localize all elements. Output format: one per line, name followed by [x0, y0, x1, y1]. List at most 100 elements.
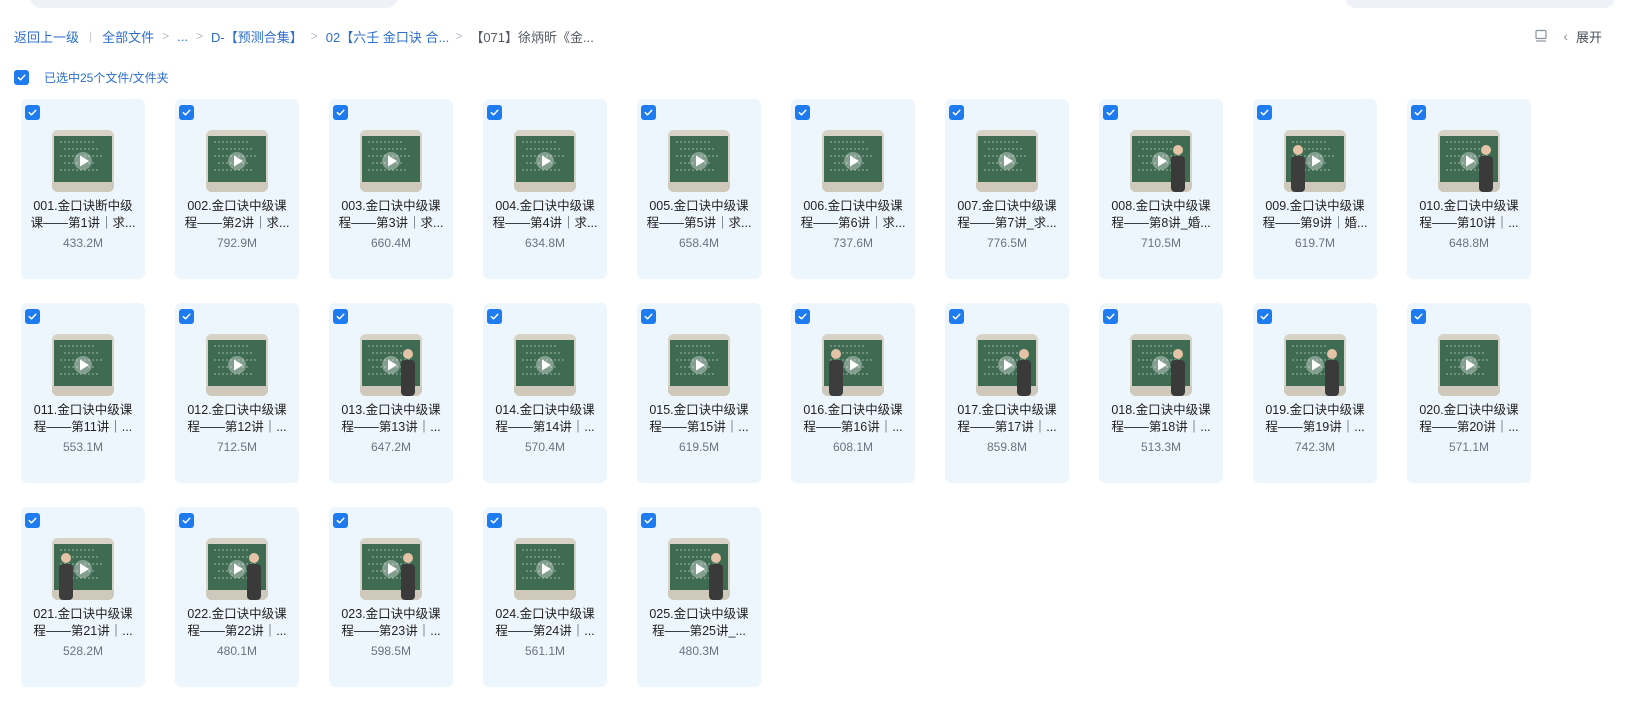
video-thumbnail[interactable]	[514, 334, 576, 396]
file-card[interactable]: 006.金口诀中级课程——第6讲｜求... 737.6M	[791, 99, 915, 279]
file-card[interactable]: 015.金口诀中级课程——第15讲｜... 619.5M	[637, 303, 761, 483]
file-name[interactable]: 005.金口诀中级课程——第5讲｜求...	[645, 198, 753, 232]
file-name[interactable]: 004.金口诀中级课程——第4讲｜求...	[491, 198, 599, 232]
file-name[interactable]: 025.金口诀中级课程——第25讲_...	[645, 606, 753, 640]
file-card[interactable]: 010.金口诀中级课程——第10讲｜... 648.8M	[1407, 99, 1531, 279]
file-name[interactable]: 003.金口诀中级课程——第3讲｜求...	[337, 198, 445, 232]
file-card[interactable]: 018.金口诀中级课程——第18讲｜... 513.3M	[1099, 303, 1223, 483]
file-name[interactable]: 007.金口诀中级课程——第7讲_求...	[953, 198, 1061, 232]
breadcrumb-folder-liuren[interactable]: 02【六壬 金口诀 合...	[326, 27, 450, 46]
file-card[interactable]: 019.金口诀中级课程——第19讲｜... 742.3M	[1253, 303, 1377, 483]
file-checkbox[interactable]	[333, 309, 348, 324]
file-name[interactable]: 018.金口诀中级课程——第18讲｜...	[1107, 402, 1215, 436]
search-input-edge[interactable]	[1345, 0, 1615, 8]
file-card[interactable]: 024.金口诀中级课程——第24讲｜... 561.1M	[483, 507, 607, 687]
file-name[interactable]: 014.金口诀中级课程——第14讲｜...	[491, 402, 599, 436]
video-thumbnail[interactable]	[668, 130, 730, 192]
file-checkbox[interactable]	[795, 105, 810, 120]
file-name[interactable]: 009.金口诀中级课程——第9讲｜婚...	[1261, 198, 1369, 232]
file-name[interactable]: 017.金口诀中级课程——第17讲｜...	[953, 402, 1061, 436]
file-name[interactable]: 024.金口诀中级课程——第24讲｜...	[491, 606, 599, 640]
video-thumbnail[interactable]	[1130, 130, 1192, 192]
file-card[interactable]: 025.金口诀中级课程——第25讲_... 480.3M	[637, 507, 761, 687]
video-thumbnail[interactable]	[976, 130, 1038, 192]
file-name[interactable]: 006.金口诀中级课程——第6讲｜求...	[799, 198, 907, 232]
video-thumbnail[interactable]	[668, 334, 730, 396]
file-checkbox[interactable]	[949, 105, 964, 120]
video-thumbnail[interactable]	[976, 334, 1038, 396]
file-card[interactable]: 020.金口诀中级课程——第20讲｜... 571.1M	[1407, 303, 1531, 483]
video-thumbnail[interactable]	[206, 538, 268, 600]
video-thumbnail[interactable]	[514, 538, 576, 600]
file-checkbox[interactable]	[641, 513, 656, 528]
file-name[interactable]: 011.金口诀中级课程——第11讲｜...	[29, 402, 137, 436]
video-thumbnail[interactable]	[52, 130, 114, 192]
video-thumbnail[interactable]	[52, 538, 114, 600]
file-checkbox[interactable]	[179, 309, 194, 324]
video-thumbnail[interactable]	[1284, 334, 1346, 396]
file-checkbox[interactable]	[1411, 105, 1426, 120]
file-checkbox[interactable]	[179, 105, 194, 120]
layout-icon[interactable]	[1533, 28, 1549, 44]
file-name[interactable]: 020.金口诀中级课程——第20讲｜...	[1415, 402, 1523, 436]
chevron-left-icon[interactable]: ‹	[1563, 28, 1568, 44]
file-card[interactable]: 011.金口诀中级课程——第11讲｜... 553.1M	[21, 303, 145, 483]
file-checkbox[interactable]	[1411, 309, 1426, 324]
file-name[interactable]: 008.金口诀中级课程——第8讲_婚...	[1107, 198, 1215, 232]
file-checkbox[interactable]	[25, 513, 40, 528]
file-name[interactable]: 022.金口诀中级课程——第22讲｜...	[183, 606, 291, 640]
file-card[interactable]: 007.金口诀中级课程——第7讲_求... 776.5M	[945, 99, 1069, 279]
file-name[interactable]: 019.金口诀中级课程——第19讲｜...	[1261, 402, 1369, 436]
file-checkbox[interactable]	[641, 309, 656, 324]
file-card[interactable]: 005.金口诀中级课程——第5讲｜求... 658.4M	[637, 99, 761, 279]
file-checkbox[interactable]	[795, 309, 810, 324]
file-checkbox[interactable]	[487, 513, 502, 528]
video-thumbnail[interactable]	[514, 130, 576, 192]
file-card[interactable]: 012.金口诀中级课程——第12讲｜... 712.5M	[175, 303, 299, 483]
file-name[interactable]: 001.金口诀断中级课——第1讲｜求...	[29, 198, 137, 232]
file-name[interactable]: 023.金口诀中级课程——第23讲｜...	[337, 606, 445, 640]
file-card[interactable]: 008.金口诀中级课程——第8讲_婚... 710.5M	[1099, 99, 1223, 279]
file-card[interactable]: 001.金口诀断中级课——第1讲｜求... 433.2M	[21, 99, 145, 279]
file-card[interactable]: 023.金口诀中级课程——第23讲｜... 598.5M	[329, 507, 453, 687]
file-card[interactable]: 021.金口诀中级课程——第21讲｜... 528.2M	[21, 507, 145, 687]
file-name[interactable]: 021.金口诀中级课程——第21讲｜...	[29, 606, 137, 640]
file-checkbox[interactable]	[179, 513, 194, 528]
file-card[interactable]: 016.金口诀中级课程——第16讲｜... 608.1M	[791, 303, 915, 483]
file-card[interactable]: 017.金口诀中级课程——第17讲｜... 859.8M	[945, 303, 1069, 483]
file-card[interactable]: 003.金口诀中级课程——第3讲｜求... 660.4M	[329, 99, 453, 279]
video-thumbnail[interactable]	[360, 334, 422, 396]
video-thumbnail[interactable]	[822, 130, 884, 192]
video-thumbnail[interactable]	[52, 334, 114, 396]
file-card[interactable]: 014.金口诀中级课程——第14讲｜... 570.4M	[483, 303, 607, 483]
file-name[interactable]: 010.金口诀中级课程——第10讲｜...	[1415, 198, 1523, 232]
file-card[interactable]: 013.金口诀中级课程——第13讲｜... 647.2M	[329, 303, 453, 483]
file-checkbox[interactable]	[487, 105, 502, 120]
file-checkbox[interactable]	[25, 105, 40, 120]
back-link[interactable]: 返回上一级	[14, 27, 79, 46]
video-thumbnail[interactable]	[668, 538, 730, 600]
video-thumbnail[interactable]	[1438, 130, 1500, 192]
video-thumbnail[interactable]	[206, 130, 268, 192]
file-checkbox[interactable]	[1103, 105, 1118, 120]
file-checkbox[interactable]	[1257, 105, 1272, 120]
file-checkbox[interactable]	[1103, 309, 1118, 324]
file-name[interactable]: 012.金口诀中级课程——第12讲｜...	[183, 402, 291, 436]
file-checkbox[interactable]	[25, 309, 40, 324]
file-name[interactable]: 013.金口诀中级课程——第13讲｜...	[337, 402, 445, 436]
expand-button[interactable]: 展开	[1576, 27, 1602, 46]
file-card[interactable]: 002.金口诀中级课程——第2讲｜求... 792.9M	[175, 99, 299, 279]
video-thumbnail[interactable]	[206, 334, 268, 396]
video-thumbnail[interactable]	[1438, 334, 1500, 396]
file-name[interactable]: 015.金口诀中级课程——第15讲｜...	[645, 402, 753, 436]
file-name[interactable]: 016.金口诀中级课程——第16讲｜...	[799, 402, 907, 436]
file-name[interactable]: 002.金口诀中级课程——第2讲｜求...	[183, 198, 291, 232]
video-thumbnail[interactable]	[1130, 334, 1192, 396]
video-thumbnail[interactable]	[822, 334, 884, 396]
select-all-checkbox[interactable]	[14, 69, 29, 85]
video-thumbnail[interactable]	[360, 538, 422, 600]
breadcrumb-folder-predict[interactable]: D-【预测合集】	[211, 27, 303, 46]
video-thumbnail[interactable]	[360, 130, 422, 192]
file-checkbox[interactable]	[1257, 309, 1272, 324]
file-card[interactable]: 004.金口诀中级课程——第4讲｜求... 634.8M	[483, 99, 607, 279]
